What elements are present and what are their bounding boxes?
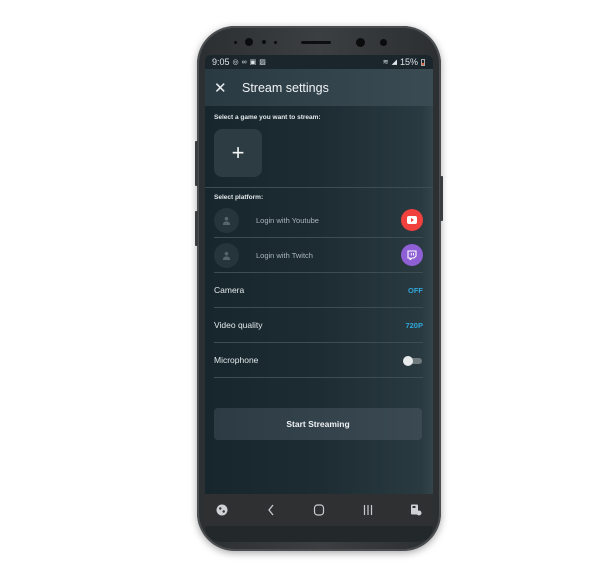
voicemail-icon: ∞ (241, 58, 247, 66)
platform-row-twitch[interactable]: Login with Twitch (205, 238, 433, 272)
recents-icon[interactable] (357, 499, 379, 521)
plus-icon: + (231, 140, 245, 165)
gallery-icon: ▨ (259, 59, 266, 66)
camera-value[interactable]: OFF (408, 286, 423, 295)
add-game-button[interactable]: + (214, 129, 262, 177)
camera-setting[interactable]: Camera OFF (205, 273, 433, 307)
close-icon[interactable]: ✕ (214, 79, 234, 97)
sensor-icon (274, 41, 277, 44)
youtube-button[interactable] (401, 209, 423, 231)
start-streaming-button[interactable]: Start Streaming (214, 408, 422, 440)
camera-label: Camera (214, 285, 245, 295)
user-icon (222, 216, 231, 225)
twitch-icon (407, 250, 417, 260)
platform-label: Login with Youtube (256, 215, 319, 225)
user-icon (222, 251, 231, 260)
power-button (440, 176, 443, 221)
notification-icon: ▣ (249, 59, 257, 66)
avatar (214, 242, 239, 268)
volume-button (195, 141, 198, 186)
iris-sensor-icon (380, 39, 387, 46)
screen: 9:05 ◎ ∞ ▣ ▨ ≋ ◢ 15% ✕ Stream settings S… (205, 55, 433, 522)
earpiece-speaker (301, 41, 331, 44)
status-time: 9:05 (212, 57, 230, 67)
wifi-icon: ≋ (382, 59, 389, 66)
bottom-bezel (205, 526, 433, 542)
toggle-knob (403, 355, 413, 366)
whatsapp-icon: ◎ (232, 59, 239, 66)
battery-percent: 15% (399, 57, 418, 67)
navigation-bar (205, 494, 433, 526)
bixby-button (195, 211, 198, 246)
accessibility-icon[interactable] (211, 499, 233, 521)
page-title: Stream settings (242, 80, 329, 95)
home-icon[interactable] (308, 499, 330, 521)
status-bar: 9:05 ◎ ∞ ▣ ▨ ≋ ◢ 15% (205, 55, 433, 69)
phone-frame: 9:05 ◎ ∞ ▣ ▨ ≋ ◢ 15% ✕ Stream settings S… (195, 26, 443, 551)
platform-row-youtube[interactable]: Login with Youtube (205, 203, 433, 237)
video-quality-label: Video quality (214, 320, 263, 330)
microphone-label: Microphone (214, 355, 259, 365)
divider (214, 377, 423, 378)
platform-section-label: Select platform: (214, 194, 264, 201)
app-bar: ✕ Stream settings (205, 69, 433, 106)
microphone-setting[interactable]: Microphone (205, 343, 433, 377)
signal-icon: ◢ (391, 59, 397, 66)
game-section-label: Select a game you want to stream: (214, 114, 321, 121)
front-camera-icon (245, 38, 253, 46)
sensor-icon (262, 40, 266, 44)
screen-lock-icon[interactable] (405, 499, 427, 521)
video-quality-setting[interactable]: Video quality 720P (205, 308, 433, 342)
iris-camera-icon (356, 38, 365, 47)
avatar (214, 207, 239, 233)
video-quality-value[interactable]: 720P (405, 321, 423, 330)
sensor-icon (234, 41, 237, 44)
youtube-icon (407, 216, 417, 224)
microphone-toggle[interactable] (403, 355, 423, 366)
platform-label: Login with Twitch (256, 250, 313, 260)
back-icon[interactable] (260, 499, 282, 521)
twitch-button[interactable] (401, 244, 423, 266)
battery-icon (421, 58, 425, 66)
top-bezel (197, 26, 441, 56)
